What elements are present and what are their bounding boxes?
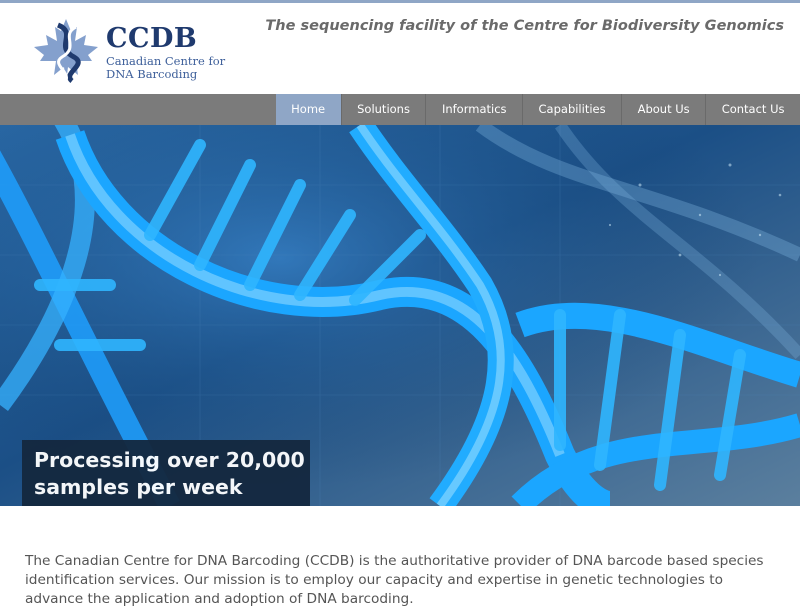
hero-caption: Processing over 20,000 samples per week	[22, 440, 310, 506]
nav-item-about-us[interactable]: About Us	[621, 94, 705, 125]
maple-leaf-dna-icon	[34, 19, 98, 85]
nav-item-informatics[interactable]: Informatics	[425, 94, 522, 125]
hero-caption-line2: samples per week	[34, 475, 243, 499]
logo-name-line2: DNA Barcoding	[106, 67, 198, 81]
logo-name-line1: Canadian Centre for	[106, 54, 226, 68]
hero-banner: Processing over 20,000 samples per week	[0, 125, 800, 506]
nav-item-contact-us[interactable]: Contact Us	[705, 94, 800, 125]
nav-item-capabilities[interactable]: Capabilities	[522, 94, 621, 125]
site-tagline: The sequencing facility of the Centre fo…	[265, 18, 784, 34]
nav-item-solutions[interactable]: Solutions	[340, 94, 426, 125]
nav-item-home[interactable]: Home	[275, 94, 341, 125]
logo-acronym: CCDB	[106, 23, 198, 54]
site-logo[interactable]: CCDB Canadian Centre for DNA Barcoding	[32, 17, 225, 87]
main-nav: Home Solutions Informatics Capabilities …	[0, 94, 800, 125]
site-header: CCDB Canadian Centre for DNA Barcoding T…	[0, 3, 800, 94]
intro-paragraph: The Canadian Centre for DNA Barcoding (C…	[25, 552, 764, 607]
hero-caption-line1: Processing over 20,000	[34, 448, 305, 472]
